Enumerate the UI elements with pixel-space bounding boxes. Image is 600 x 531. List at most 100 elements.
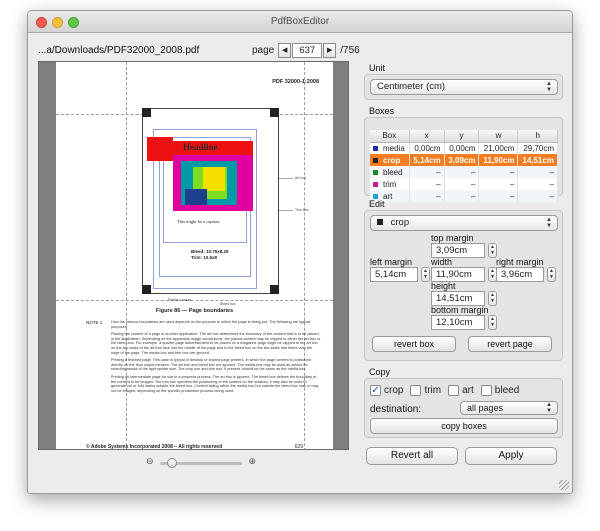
copy-option-label: bleed (494, 385, 520, 396)
box-y: – (444, 178, 480, 190)
updown-arrows-icon: ▲ ▼ (546, 81, 552, 93)
updown-arrows-icon: ▲ ▼ (546, 217, 552, 229)
copy-options: ✓ crop trim art bleed (370, 385, 526, 396)
column-header-y[interactable]: y (444, 130, 480, 143)
destination-select[interactable]: all pages ▲ ▼ (460, 401, 558, 415)
previous-page-button[interactable]: ◀ (278, 42, 292, 58)
copy-option-label: crop (384, 385, 404, 396)
next-page-button[interactable]: ▶ (323, 42, 337, 58)
paragraph: Placing the content of a page in another… (111, 332, 321, 355)
box-h: 29,70cm (517, 142, 558, 154)
copy-option-label: art (462, 385, 474, 396)
revert-all-button[interactable]: Revert all (366, 447, 458, 465)
box-x: 5,14cm (409, 154, 445, 166)
crop-checkbox[interactable]: ✓ (370, 385, 381, 396)
table-row-art[interactable]: art – – – – (370, 190, 558, 202)
edit-section-label: Edit (369, 199, 385, 209)
copy-option-trim[interactable]: trim (410, 385, 441, 396)
right-margin-label: right margin (496, 257, 544, 267)
page-number-input[interactable]: 637 (292, 42, 323, 58)
unit-section-label: Unit (369, 63, 386, 73)
trim-dimensions: Trim: 10.5x8 (191, 255, 218, 260)
box-name: crop (383, 155, 401, 165)
table-row-crop[interactable]: crop 5,14cm 3,09cm 11,90cm 14,51cm (370, 154, 558, 166)
column-header-box[interactable]: Box (370, 130, 410, 143)
art-checkbox[interactable] (448, 385, 460, 396)
copy-option-art[interactable]: art (448, 385, 474, 396)
box-x: – (409, 178, 445, 190)
page-boundaries-figure: Headline This might be a caption Bleed: … (142, 108, 279, 294)
box-w: 21,00cm (478, 142, 519, 154)
width-field[interactable]: 11,90cm (431, 267, 485, 282)
bleed-box-annotation: Bleed box (220, 302, 236, 306)
resize-grip[interactable] (559, 480, 569, 490)
copy-section-label: Copy (369, 367, 391, 377)
box-x: – (409, 166, 445, 178)
leader-line (279, 210, 293, 211)
trim-checkbox[interactable] (410, 385, 422, 396)
table-row-media[interactable]: media 0,00cm 0,00cm 21,00cm 29,70cm (370, 142, 558, 154)
edit-box-select[interactable]: crop ▲ ▼ (370, 215, 558, 231)
box-y: 3,09cm (444, 154, 480, 166)
zoom-out-icon[interactable]: ⊖ (146, 456, 154, 467)
body-text: How the various boundaries are used depe… (111, 320, 321, 396)
pdf-viewer[interactable]: PDF 32000-1:2008 Headline This might be … (38, 61, 349, 450)
box-h: – (517, 190, 558, 202)
bottom-margin-stepper[interactable]: ▲ ▼ (488, 315, 497, 330)
top-margin-label: top margin (431, 233, 474, 243)
trim-box-annotation: Trim box (295, 208, 309, 212)
crop-mark (270, 285, 279, 294)
bleed-checkbox[interactable] (480, 385, 492, 396)
right-margin-field[interactable]: 3,96cm (496, 267, 544, 282)
boxes-table-header: Box x y w h (370, 130, 558, 143)
left-margin-field[interactable]: 5,14cm (370, 267, 418, 282)
zoom-slider-knob[interactable] (167, 458, 178, 468)
column-header-x[interactable]: x (409, 130, 445, 143)
media-color-swatch (373, 146, 378, 152)
bleed-color-swatch (373, 169, 378, 175)
box-w: – (478, 166, 519, 178)
height-stepper[interactable]: ▲ ▼ (488, 291, 497, 306)
revert-box-button[interactable]: revert box (372, 336, 456, 352)
top-margin-stepper[interactable]: ▲ ▼ (488, 243, 497, 258)
zoom-slider[interactable] (160, 458, 242, 468)
box-name-cell: media (370, 142, 410, 154)
figure-headline: Headline (183, 142, 218, 152)
pdf-page: PDF 32000-1:2008 Headline This might be … (56, 62, 333, 450)
paragraph: Printing an intermediate page for use in… (111, 374, 319, 393)
box-y: 0,00cm (444, 142, 480, 154)
width-label: width (431, 257, 453, 267)
triangle-left-icon: ◀ (282, 47, 288, 54)
revert-page-button[interactable]: revert page (468, 336, 552, 352)
crop-color-swatch (377, 219, 383, 226)
app-window: PdfBoxEditor ...a/Downloads/PDF32000_200… (27, 10, 573, 494)
box-name-cell: bleed (370, 166, 410, 178)
page-navigator: page ◀ 637 ▶ /756 (252, 42, 360, 58)
right-margin-stepper[interactable]: ▲ ▼ (547, 267, 556, 282)
crop-guide-bottom[interactable] (56, 300, 333, 301)
column-header-w[interactable]: w (478, 130, 519, 143)
unit-selected-value: Centimeter (cm) (377, 81, 446, 92)
height-field[interactable]: 14,51cm (431, 291, 485, 306)
doc-footer-copyright: © Adobe Systems Incorporated 2008 – All … (86, 444, 223, 450)
copy-option-bleed[interactable]: bleed (480, 385, 520, 396)
column-header-h[interactable]: h (517, 130, 558, 143)
box-name: trim (383, 179, 397, 189)
box-h: – (517, 166, 558, 178)
crop-color-swatch (373, 157, 378, 163)
copy-option-crop[interactable]: ✓ crop (370, 385, 403, 396)
copy-boxes-button[interactable]: copy boxes (370, 418, 558, 434)
bottom-margin-field[interactable]: 12,10cm (431, 315, 485, 330)
top-margin-field[interactable]: 3,09cm (431, 243, 485, 258)
apply-button[interactable]: Apply (465, 447, 557, 465)
navy-block (185, 189, 207, 205)
table-row-trim[interactable]: trim – – – – (370, 178, 558, 190)
unit-select[interactable]: Centimeter (cm) ▲ ▼ (370, 79, 558, 95)
box-w: – (478, 178, 519, 190)
box-w: 11,90cm (478, 154, 519, 166)
window-title: PdfBoxEditor (270, 16, 330, 27)
zoom-in-icon[interactable]: ⊕ (248, 456, 256, 467)
table-row-bleed[interactable]: bleed – – – – (370, 166, 558, 178)
left-margin-stepper[interactable]: ▲ ▼ (421, 267, 430, 282)
doc-header: PDF 32000-1:2008 (272, 79, 319, 85)
